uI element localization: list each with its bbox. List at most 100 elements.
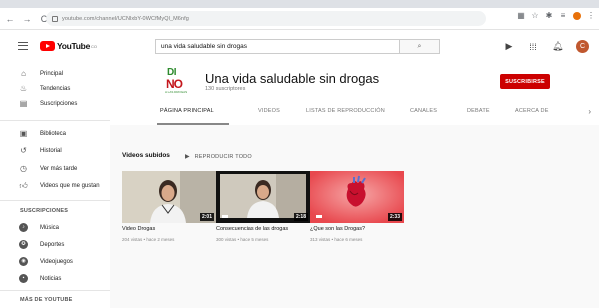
sidebar-item-label: Suscripciones [40,100,78,107]
video-thumbnail[interactable]: 2:33 [310,171,404,223]
create-video-icon[interactable]: ▶ [504,41,514,52]
gaming-icon: ◉ [19,257,28,266]
logo-text: YouTube [57,41,90,51]
sidebar-item-label: Deportes [40,241,65,248]
tab-pagina-principal[interactable]: PÁGINA PRINCIPAL [160,108,214,114]
sidebar-item-tendencias[interactable]: ♨ Tendencias [0,81,110,96]
thumbs-up-icon: 👍︎ [19,181,28,190]
home-icon: ⌂ [21,69,26,78]
video-card[interactable]: 2:18 Consecuencias de las drogas 300 vis… [216,171,310,242]
kebab-menu-icon[interactable]: ⋮ [587,12,595,20]
sidebar-item-label: Historial [40,147,62,154]
video-duration: 2:01 [199,213,214,221]
sidebar-item-musica[interactable]: ♪ Música [0,220,110,235]
sidebar-item-principal[interactable]: ⌂ Principal [0,66,110,81]
tab-videos[interactable]: VIDEOS [258,108,280,114]
video-duration: 2:33 [387,213,402,221]
video-duration: 2:18 [293,213,308,221]
sidebar-item-videojuegos[interactable]: ◉ Videojuegos [0,254,110,269]
sidebar-item-label: Noticias [40,275,62,282]
video-card[interactable]: 2:33 ¿Que son las Drogas? 313 vistas • h… [310,171,404,242]
search-icon: ⌕ [417,42,422,50]
lock-icon [52,15,58,22]
youtube-logo[interactable]: YouTube CO [40,41,97,51]
video-title[interactable]: Consecuencias de las drogas [216,226,288,232]
channel-logo[interactable]: DI NO A LAS DROGAS [165,67,189,95]
profile-icon[interactable] [573,12,581,20]
video-title[interactable]: ¿Que son las Drogas? [310,226,365,232]
video-card[interactable]: 2:01 Video Drogas 204 vistas • hace 2 me… [122,171,216,242]
channel-tabs: PÁGINA PRINCIPAL VIDEOS LISTAS DE REPROD… [110,102,599,125]
sidebar-item-historial[interactable]: ↺ Historial [0,143,110,158]
play-all-button[interactable]: ▶ REPRODUCIR TODO [185,153,252,161]
channel-header: DI NO A LAS DROGAS Una vida saludable si… [110,61,599,125]
tab-listas-de-reproduccion[interactable]: LISTAS DE REPRODUCCIÓN [306,108,385,114]
sidebar-divider [0,290,110,291]
sidebar-divider [0,200,110,201]
history-icon: ↺ [20,146,27,155]
fire-icon: ♨ [19,84,28,93]
header-actions: ▶ ⁞⁞⁞ 🔔︎ C [504,40,589,53]
sidebar-item-label: Videos que me gustan [40,182,100,189]
news-icon: ▪ [19,274,28,283]
address-bar[interactable]: youtube.com/channel/UCNlxbY-0WCfMyQl_M6n… [46,11,486,26]
hamburger-menu-icon[interactable] [18,42,28,50]
chevron-right-icon[interactable]: › [588,107,591,116]
sports-icon: ✪ [19,240,28,249]
search-button[interactable]: ⌕ [399,40,439,53]
search-input[interactable] [156,40,399,53]
sidebar-item-label: Videojuegos [40,258,73,265]
video-title[interactable]: Video Drogas [122,226,155,232]
sidebar: ⌂ Principal ♨ Tendencias ▤ Suscripciones… [0,61,110,308]
subscriptions-heading: SUSCRIPCIONES [20,208,69,214]
sidebar-item-ver-mas-tarde[interactable]: ◷ Ver más tarde [0,161,110,176]
star-icon[interactable]: ☆ [531,12,539,20]
browser-toolbar: ← → C youtube.com/channel/UCNlxbY-0WCfMy… [0,8,599,30]
avatar[interactable]: C [576,40,589,53]
channel-content: Videos subidos ▶ REPRODUCIR TODO 2:01 Vi… [110,125,599,308]
sidebar-item-videos-que-me-gustan[interactable]: 👍︎ Videos que me gustan [0,178,110,193]
video-thumbnail[interactable]: 2:18 [216,171,310,223]
back-icon[interactable]: ← [3,12,17,26]
channel-logo-line3: A LAS DROGAS [165,90,188,94]
puzzle-icon[interactable]: ✱ [545,12,553,20]
extension-icon[interactable]: ▦ [517,12,525,20]
youtube-header: YouTube CO ⌕ ▶ ⁞⁞⁞ 🔔︎ C [0,31,599,61]
sidebar-item-label: Tendencias [40,85,71,92]
subscribe-button[interactable]: SUSCRIBIRSE [500,74,550,89]
subscriptions-icon: ▤ [19,99,28,108]
uploads-section-title[interactable]: Videos subidos [122,152,170,159]
browser-extensions: ▦ ☆ ✱ ≡ ⋮ [517,12,595,20]
menu-list-icon[interactable]: ≡ [559,12,567,20]
search-box: ⌕ [155,39,440,54]
tab-debate[interactable]: DEBATE [467,108,490,114]
browser-tabstrip [0,0,599,8]
video-meta: 300 vistas • hace 5 meses [216,237,269,242]
tab-canales[interactable]: CANALES [410,108,437,114]
apps-grid-icon[interactable]: ⁞⁞⁞ [528,42,538,52]
tab-acerca-de[interactable]: ACERCA DE [515,108,549,114]
sidebar-item-label: Principal [40,70,64,77]
clock-icon: ◷ [20,164,27,173]
forward-icon[interactable]: → [20,12,34,26]
url-text: youtube.com/channel/UCNlxbY-0WCfMyQl_M6n… [62,15,189,22]
sidebar-item-label: Música [40,224,60,231]
subscriber-count: 130 suscriptores [205,86,246,92]
channel-logo-line2: NO [166,77,183,91]
sidebar-item-deportes[interactable]: ✪ Deportes [0,237,110,252]
sidebar-item-label: Ver más tarde [40,165,78,172]
music-icon: ♪ [19,223,28,232]
play-logo-icon [40,41,55,51]
sidebar-item-biblioteca[interactable]: ▣ Biblioteca [0,126,110,141]
play-all-label: REPRODUCIR TODO [194,153,252,160]
video-thumbnail[interactable]: 2:01 [122,171,216,223]
sidebar-item-suscripciones[interactable]: ▤ Suscripciones [0,96,110,111]
sidebar-item-noticias[interactable]: ▪ Noticias [0,271,110,286]
sidebar-item-label: Biblioteca [40,130,67,137]
notifications-bell-icon[interactable]: 🔔︎ [552,41,563,52]
logo-country: CO [91,43,97,49]
channel-title: Una vida saludable sin drogas [205,71,380,86]
library-icon: ▣ [19,129,28,138]
video-meta: 204 vistas • hace 2 meses [122,237,175,242]
play-icon: ▶ [185,154,190,160]
